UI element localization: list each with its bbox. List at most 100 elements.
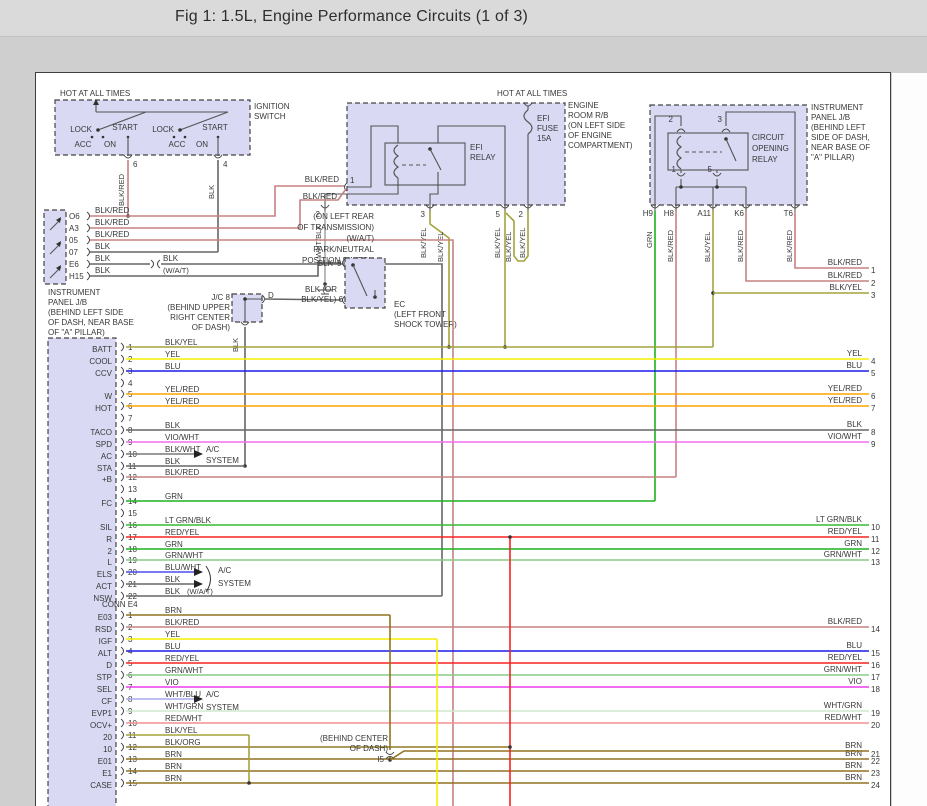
component-label: OF "A" PILLAR) [48,328,105,337]
pin-name: IGF [99,637,112,646]
wire-label: BLK/YEL [165,338,198,347]
wire-label: GRN/WHT [824,550,862,559]
component-label: J/C 8 [211,293,230,302]
wire-label: BLK [95,254,111,263]
label: START [202,123,228,132]
wire-label: GRN [844,539,862,548]
pin-name: R [106,535,112,544]
pin-number: 5 [708,165,713,174]
wire-label: BLK [95,242,111,251]
wire-label: VIO [848,677,862,686]
switch-position-dot [173,136,176,139]
hot-at-all-times-label: HOT AT ALL TIMES [497,89,567,98]
label: ON [104,140,116,149]
edge-number: 23 [871,769,880,778]
wire-label: VIO/WHT [828,432,862,441]
jc8-box [232,294,262,322]
component-label: OF DASH, NEAR BASE [48,318,134,327]
edge-number: 17 [871,673,880,682]
edge-number: 8 [871,428,876,437]
pin-name: E1 [102,769,112,778]
engine-room-rb-box [347,103,565,205]
junction-dot [243,297,247,301]
wire-label: WHT/GRN [165,702,203,711]
panel-margin [892,73,927,806]
wire-label: BRN [165,606,182,615]
ac-system-label: SYSTEM [206,456,239,465]
wire-label: BRN [845,773,862,782]
efi-relay-label: RELAY [470,153,496,162]
wire-label: BLK [165,457,181,466]
wire-label: BLK/YEL [436,232,445,262]
pin-name: OCV+ [90,721,112,730]
component-label: (BEHIND LEFT SIDE [48,308,123,317]
component-label: "A" PILLAR) [811,153,855,162]
relay-label: RELAY [752,155,778,164]
edge-number: 5 [871,369,876,378]
pin-name: 10 [103,745,112,754]
wire-label: BLK/RED [95,218,129,227]
pin-number: 7 [128,414,133,423]
component-label: RIGHT CENTER [170,313,230,322]
pin-number: 9 [337,259,342,268]
ac-system-label: A/C [218,566,232,575]
component-label: (ON LEFT REAR [313,212,374,221]
wire-label: BLK/YEL [493,228,502,258]
junction-dot [679,185,683,189]
wire-label: BRN [845,761,862,770]
pin-name: L [108,558,113,567]
component-label: PANEL J/B [811,113,850,122]
label: ACC [169,140,186,149]
pin-name: T6 [784,209,794,218]
wire-label: BLK/RED [95,230,129,239]
pin-name: ELS [97,570,112,579]
relay-label: OPENING [752,144,789,153]
component-label: INSTRUMENT [811,103,864,112]
wire-label: BLK/RED [117,173,126,206]
junction-dot [96,128,100,132]
component-label: (ON LEFT SIDE [568,121,625,130]
wire-label: BLK [163,254,179,263]
pin-name: SIL [100,523,113,532]
wire-label: BLK [231,338,240,352]
wire-label: YEL/RED [828,396,862,405]
pin-name: W [104,392,112,401]
pin-number: 13 [128,485,137,494]
pin-number: 2 [519,210,524,219]
wire-label: BLK/YEL [830,283,863,292]
edge-number: 6 [871,392,876,401]
pin-name: E6 [69,260,79,269]
component-label: (BEHIND UPPER [167,303,230,312]
wire-label: BLK/RED [666,229,675,262]
edge-number: 11 [871,535,880,544]
wire-label: BLK [318,259,334,268]
edge-number: 19 [871,709,880,718]
ignition-switch-label: IGNITION [254,102,290,111]
wiring-diagram: HOT AT ALL TIMESIGNITIONSWITCHLOCKSTARTA… [0,0,927,806]
pin-name: H15 [69,272,84,281]
pin-name: HOT [95,404,112,413]
wire-label: BLK/RED [305,175,339,184]
ec-ground-label: EC [394,300,405,309]
wire-label: BRN [165,762,182,771]
component-label: INSTRUMENT [48,288,101,297]
ac-system-label: A/C [206,690,220,699]
wire-label: GRN [165,540,183,549]
instrument-panel-jb-box [650,105,807,205]
edge-number: 2 [871,279,876,288]
wire-label: BLU [165,362,181,371]
pin-name: FC [101,499,112,508]
wire-label: BRN [165,774,182,783]
component-label: OF DASH) [192,323,231,332]
edge-number: 13 [871,558,880,567]
edge-number: 21 [871,750,880,759]
wire-label: BLK/ORG [165,738,201,747]
wire-label: BLU [846,361,862,370]
edge-number: 18 [871,685,880,694]
wire-label: RED/YEL [828,527,863,536]
edge-number: 16 [871,661,880,670]
pin-name: BATT [92,345,112,354]
wire-label: BLK [847,420,863,429]
pin-name: NSW [93,594,112,603]
wire-label: BLK/RED [828,617,862,626]
